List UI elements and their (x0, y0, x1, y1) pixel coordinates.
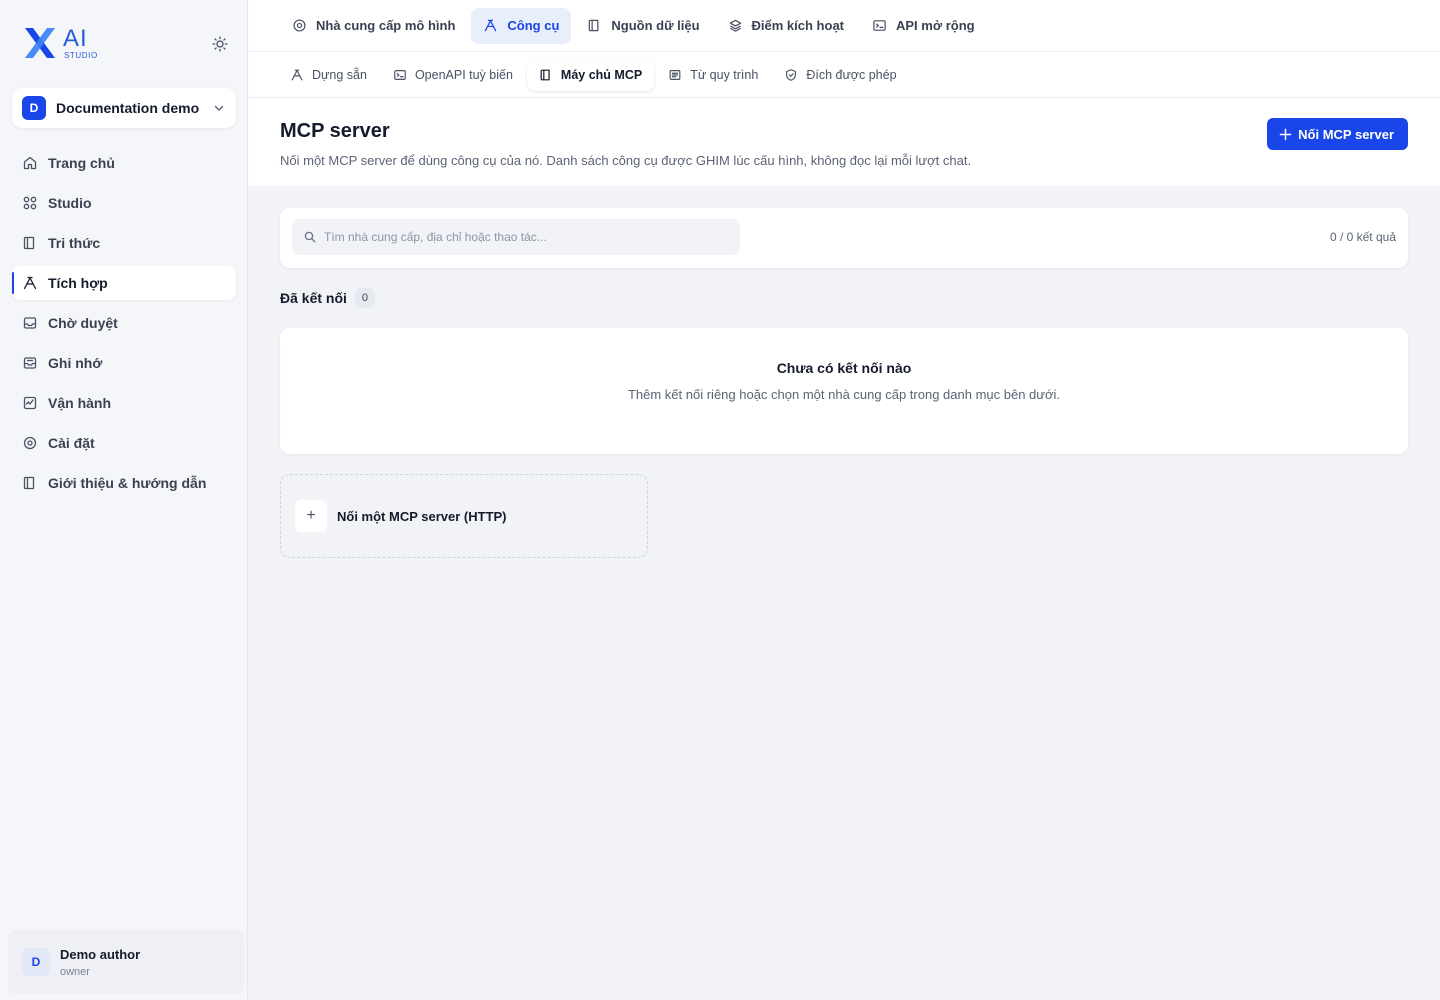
tab-label: Điểm kích hoạt (751, 18, 844, 33)
activity-icon (23, 396, 37, 410)
workspace-name: Documentation demo (56, 100, 200, 116)
inbox-icon (23, 317, 37, 329)
sidebar-item-memory[interactable]: Ghi nhớ (12, 346, 236, 380)
guide-icon (23, 476, 35, 490)
connected-section-header: Đã kết nối 0 (280, 288, 1408, 308)
list-icon (669, 69, 681, 80)
tools-icon (23, 276, 37, 290)
subtab-label: Dựng sẵn (312, 67, 367, 82)
terminal-icon (873, 20, 886, 31)
search-input[interactable] (324, 230, 740, 244)
subtab-label: Từ quy trình (690, 67, 759, 82)
app-logo[interactable]: AI STUDIO (22, 26, 112, 62)
content-area: 0 / 0 kết quả Đã kết nối 0 Chưa có kết n… (280, 208, 1408, 558)
sidebar-item-label: Cài đặt (48, 435, 95, 451)
terminal-icon (394, 69, 406, 80)
tab-label: API mở rộng (896, 18, 975, 33)
subtab-label: OpenAPI tuỳ biến (414, 67, 513, 82)
layers-icon (729, 19, 741, 32)
section-title: Đã kết nối (280, 290, 347, 306)
result-count: 0 / 0 kết quả (1329, 230, 1396, 244)
sidebar: AI STUDIO D Documentation demo Trang chủ… (0, 0, 248, 1000)
user-role: owner (60, 965, 90, 978)
sidebar-item-label: Vận hành (48, 395, 112, 411)
empty-state-card: Chưa có kết nối nào Thêm kết nối riêng h… (280, 328, 1408, 454)
logo-studio-text: STUDIO (64, 51, 98, 60)
add-mcp-server-http-card[interactable]: + Nối một MCP server (HTTP) (280, 474, 648, 558)
avatar: D (22, 948, 50, 976)
book-icon (540, 69, 550, 80)
connected-count-badge: 0 (354, 288, 375, 308)
sidebar-item-label: Giới thiệu & hướng dẫn (48, 475, 207, 491)
page-description: Nối một MCP server để dùng công cụ của n… (280, 153, 972, 168)
subtab-allowed-targets[interactable]: Đích được phép (772, 59, 908, 91)
sidebar-item-pending[interactable]: Chờ duyệt (12, 306, 236, 340)
user-info: Demo author owner (60, 947, 140, 978)
tools-icon (485, 19, 497, 32)
grid-icon (23, 196, 37, 210)
connect-mcp-server-button[interactable]: Nối MCP server (1267, 118, 1408, 150)
tab-label: Nhà cung cấp mô hình (316, 18, 456, 33)
sidebar-item-label: Chờ duyệt (48, 315, 118, 331)
tools-icon (291, 69, 303, 80)
sidebar-item-studio[interactable]: Studio (12, 186, 236, 220)
sidebar-item-label: Tri thức (48, 235, 101, 251)
sidebar-item-home[interactable]: Trang chủ (12, 146, 236, 180)
sidebar-item-label: Studio (48, 195, 92, 211)
book-icon (589, 19, 599, 32)
chevron-down-icon (214, 105, 224, 111)
sidebar-item-label: Tích hợp (48, 275, 108, 291)
top-tab-bar: Nhà cung cấp mô hình Công cụ Nguồn dữ li… (248, 0, 1440, 52)
sidebar-item-label: Ghi nhớ (48, 355, 103, 371)
tab-label: Nguồn dữ liệu (611, 18, 700, 33)
sidebar-nav: Trang chủ Studio Tri thức Tích hợp Chờ d… (12, 146, 236, 506)
subtab-label: Máy chủ MCP (560, 67, 643, 82)
sidebar-item-knowledge[interactable]: Tri thức (12, 226, 236, 260)
sub-tab-bar: Dựng sẵn OpenAPI tuỳ biến Máy chủ MCP Từ… (248, 52, 1440, 98)
user-name: Demo author (60, 946, 141, 962)
main-area: Nhà cung cấp mô hình Công cụ Nguồn dữ li… (248, 0, 1440, 1000)
subtab-mcp-servers[interactable]: Máy chủ MCP (526, 58, 655, 91)
workspace-avatar: D (22, 96, 46, 120)
empty-state-title: Chưa có kết nối nào (776, 360, 912, 376)
sun-icon (212, 36, 228, 52)
workspace-switcher[interactable]: D Documentation demo (12, 88, 236, 128)
logo-ai-text: AI (63, 25, 88, 52)
home-icon (23, 156, 37, 170)
empty-state-description: Thêm kết nối riêng hoặc chọn một nhà cun… (627, 387, 1061, 402)
tab-data-sources[interactable]: Nguồn dữ liệu (575, 8, 711, 44)
shield-icon (786, 68, 797, 81)
tab-extension-api[interactable]: API mở rộng (860, 8, 987, 44)
provider-icon (293, 19, 306, 32)
subtab-from-workflow[interactable]: Từ quy trình (656, 59, 770, 91)
sidebar-item-integrations[interactable]: Tích hợp (12, 266, 236, 300)
search-box[interactable] (292, 219, 740, 255)
logo-row: AI STUDIO (22, 26, 234, 62)
user-profile-card[interactable]: D Demo author owner (8, 930, 244, 994)
settings-icon (23, 436, 37, 450)
sidebar-item-operations[interactable]: Vận hành (12, 386, 236, 420)
tab-model-providers[interactable]: Nhà cung cấp mô hình (280, 8, 467, 44)
subtab-custom-openapi[interactable]: OpenAPI tuỳ biến (381, 59, 525, 91)
page-header: MCP server Nối một MCP server để dùng cô… (248, 98, 1440, 186)
plus-icon (1279, 128, 1292, 140)
plus-icon: + (295, 500, 327, 532)
sidebar-item-label: Trang chủ (48, 155, 115, 171)
subtab-label: Đích được phép (806, 67, 897, 82)
tab-triggers[interactable]: Điểm kích hoạt (716, 8, 856, 44)
memory-icon (23, 357, 37, 369)
theme-toggle-button[interactable] (210, 34, 230, 54)
x-logo-icon (25, 28, 55, 58)
subtab-prebuilt[interactable]: Dựng sẵn (278, 59, 379, 91)
sidebar-item-guide[interactable]: Giới thiệu & hướng dẫn (12, 466, 236, 500)
page-title: MCP server (280, 120, 390, 142)
sidebar-item-settings[interactable]: Cài đặt (12, 426, 236, 460)
tab-tools[interactable]: Công cụ (471, 7, 572, 44)
search-panel: 0 / 0 kết quả (280, 208, 1408, 268)
search-icon (304, 231, 316, 243)
add-card-label: Nối một MCP server (HTTP) (337, 508, 507, 524)
book-icon (23, 236, 35, 250)
tab-label: Công cụ (507, 18, 560, 33)
button-label: Nối MCP server (1298, 126, 1394, 142)
